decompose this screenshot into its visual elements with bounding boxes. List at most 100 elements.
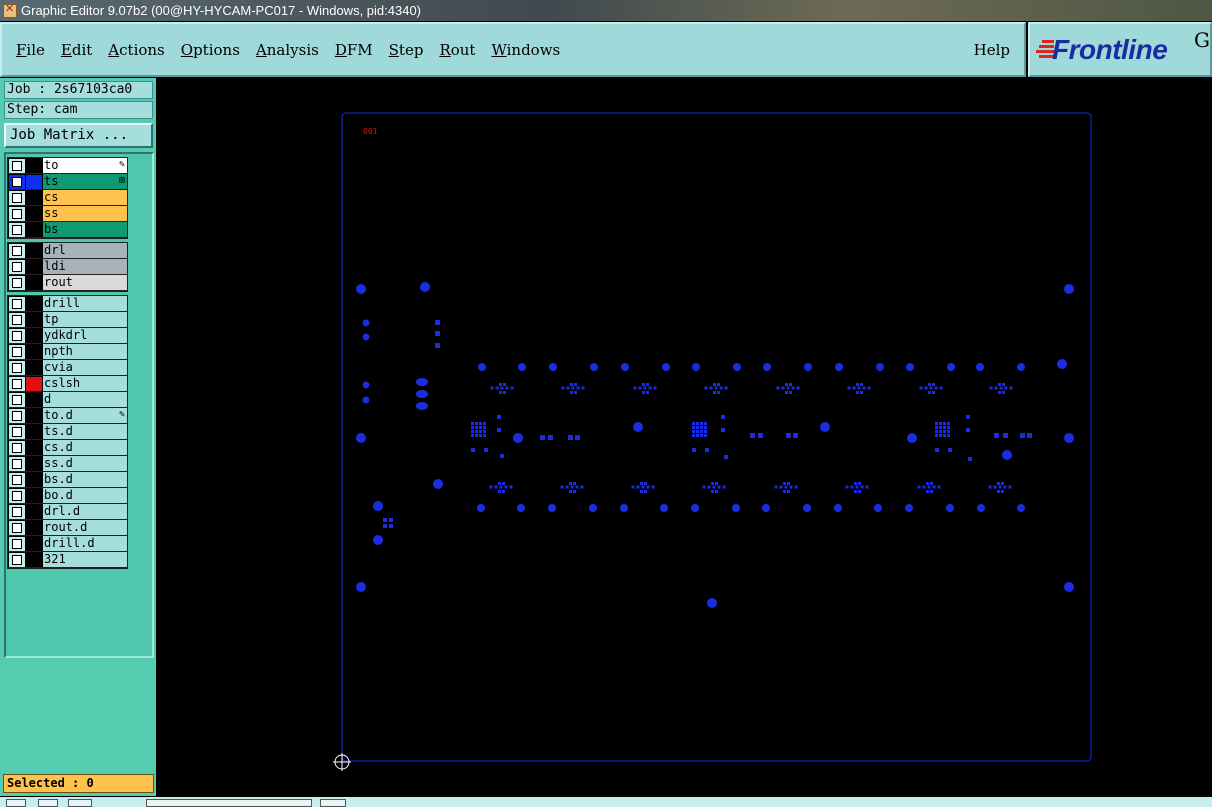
toolbar-button[interactable] [68, 799, 92, 807]
menu-edit[interactable]: Edit [61, 41, 92, 59]
layer-checkbox[interactable] [9, 472, 25, 487]
graphic-canvas[interactable]: 001 [158, 78, 1212, 797]
layer-row-drl-d[interactable]: drl.d [8, 504, 127, 520]
menu-dfm[interactable]: DFM [335, 41, 373, 59]
layer-color-swatch[interactable] [26, 328, 42, 343]
layer-color-swatch[interactable] [26, 360, 42, 375]
layer-color-swatch[interactable] [26, 206, 42, 221]
layer-color-swatch[interactable] [26, 259, 42, 274]
menu-actions[interactable]: Actions [108, 41, 164, 59]
layer-color-swatch[interactable] [26, 424, 42, 439]
chip-pad [570, 391, 573, 394]
layer-color-swatch[interactable] [26, 174, 42, 189]
layer-color-swatch[interactable] [26, 312, 42, 327]
layer-color-swatch[interactable] [26, 243, 42, 258]
layer-color-swatch[interactable] [26, 520, 42, 535]
layer-row-ss[interactable]: ss [8, 206, 127, 222]
layer-color-swatch[interactable] [26, 472, 42, 487]
layer-checkbox[interactable] [9, 275, 25, 290]
layer-color-swatch[interactable] [26, 488, 42, 503]
layer-row-rout-d[interactable]: rout.d [8, 520, 127, 536]
layer-color-swatch[interactable] [26, 376, 42, 391]
layer-checkbox[interactable] [9, 174, 25, 189]
layer-checkbox[interactable] [9, 328, 25, 343]
layer-color-swatch[interactable] [26, 536, 42, 551]
layer-checkbox[interactable] [9, 360, 25, 375]
chip-pad [1001, 482, 1004, 485]
layer-row-d[interactable]: d [8, 392, 127, 408]
layer-row-bs[interactable]: bs [8, 222, 127, 238]
layer-row-ydkdrl[interactable]: ydkdrl [8, 328, 127, 344]
chip-pad [715, 490, 718, 493]
layer-checkbox[interactable] [9, 243, 25, 258]
layer-row-cs[interactable]: cs [8, 190, 127, 206]
layer-checkbox[interactable] [9, 520, 25, 535]
layer-color-swatch[interactable] [26, 158, 42, 173]
layer-checkbox[interactable] [9, 552, 25, 567]
layer-color-swatch[interactable] [26, 456, 42, 471]
layer-checkbox[interactable] [9, 190, 25, 205]
toolbar-field[interactable] [146, 799, 312, 807]
layer-checkbox[interactable] [9, 408, 25, 423]
layer-checkbox[interactable] [9, 259, 25, 274]
layer-checkbox[interactable] [9, 536, 25, 551]
layer-row-ts[interactable]: ts ⊞ [8, 174, 127, 190]
layer-checkbox[interactable] [9, 158, 25, 173]
layer-color-swatch[interactable] [26, 222, 42, 237]
layer-row-cs-d[interactable]: cs.d [8, 440, 127, 456]
layer-checkbox[interactable] [9, 344, 25, 359]
layer-color-swatch[interactable] [26, 275, 42, 290]
layer-row-ts-d[interactable]: ts.d [8, 424, 127, 440]
layer-color-swatch[interactable] [26, 552, 42, 567]
layer-row-321[interactable]: 321 [8, 552, 127, 568]
layer-color-swatch[interactable] [26, 440, 42, 455]
layer-row-tp[interactable]: tp [8, 312, 127, 328]
layer-row-drl[interactable]: drl [8, 243, 127, 259]
layer-color-swatch[interactable] [26, 296, 42, 311]
toolbar-button[interactable] [320, 799, 346, 807]
layer-row-bo-d[interactable]: bo.d [8, 488, 127, 504]
layer-checkbox[interactable] [9, 440, 25, 455]
job-matrix-button[interactable]: Job Matrix ... [4, 123, 153, 148]
menu-help[interactable]: Help [974, 41, 1010, 59]
layer-checkbox[interactable] [9, 488, 25, 503]
layer-color-swatch[interactable] [26, 392, 42, 407]
layer-row-to[interactable]: to ✎ [8, 158, 127, 174]
layer-row-npth[interactable]: npth [8, 344, 127, 360]
menu-step[interactable]: Step [389, 41, 424, 59]
layer-row-ldi[interactable]: ldi [8, 259, 127, 275]
layer-color-swatch[interactable] [26, 190, 42, 205]
layer-row-drill-d[interactable]: drill.d [8, 536, 127, 552]
layer-color-swatch[interactable] [26, 504, 42, 519]
toolbar-button[interactable] [6, 799, 26, 807]
menu-analysis[interactable]: Analysis [256, 41, 319, 59]
menu-file[interactable]: File [16, 41, 45, 59]
layer-row-cvia[interactable]: cvia [8, 360, 127, 376]
bga-ball [943, 434, 946, 437]
layer-name: ss.d [43, 456, 127, 471]
layer-checkbox[interactable] [9, 392, 25, 407]
layer-row-cslsh[interactable]: cslsh [8, 376, 127, 392]
layer-row-drill[interactable]: drill [8, 296, 127, 312]
menu-windows[interactable]: Windows [491, 41, 560, 59]
layer-checkbox[interactable] [9, 296, 25, 311]
layer-row-bs-d[interactable]: bs.d [8, 472, 127, 488]
layer-row-to-d[interactable]: to.d ✎ [8, 408, 127, 424]
layer-row-rout[interactable]: rout [8, 275, 127, 291]
layer-checkbox[interactable] [9, 222, 25, 237]
layer-row-ss-d[interactable]: ss.d [8, 456, 127, 472]
menu-options[interactable]: Options [181, 41, 240, 59]
layer-checkbox[interactable] [9, 424, 25, 439]
layer-color-swatch[interactable] [26, 408, 42, 423]
layer-checkbox[interactable] [9, 456, 25, 471]
chip-pad [858, 482, 861, 485]
layer-color-swatch[interactable] [26, 344, 42, 359]
layer-checkbox[interactable] [9, 504, 25, 519]
layer-checkbox[interactable] [9, 206, 25, 221]
toolbar-button[interactable] [38, 799, 58, 807]
board-drawing[interactable]: 001 [158, 78, 1212, 797]
bga-ball [475, 422, 478, 425]
layer-checkbox[interactable] [9, 376, 25, 391]
menu-rout[interactable]: Rout [439, 41, 475, 59]
layer-checkbox[interactable] [9, 312, 25, 327]
